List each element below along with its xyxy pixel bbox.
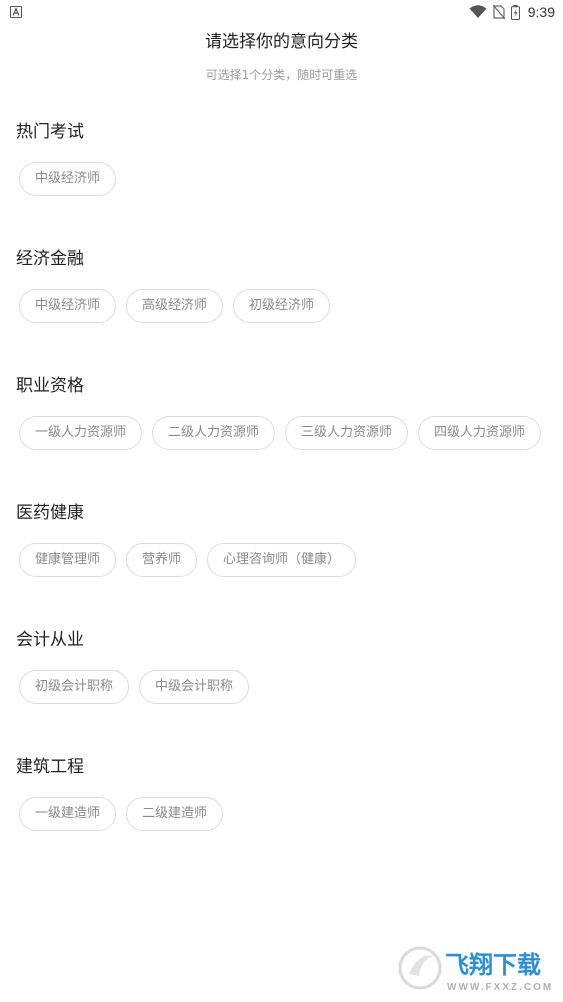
watermark-url: WWW.FXXZ.COM <box>447 982 553 993</box>
section-title: 医药健康 <box>16 503 84 523</box>
section-title: 会计从业 <box>16 630 84 650</box>
watermark-text: 飞翔下载 <box>445 951 541 979</box>
chip-list: 健康管理师 营养师 心理咨询师（健康） <box>19 543 357 577</box>
category-chip[interactable]: 四级人力资源师 <box>418 416 542 450</box>
chip-list: 一级建造师 二级建造师 <box>19 797 224 831</box>
category-chip[interactable]: 初级经济师 <box>233 289 331 323</box>
category-chip[interactable]: 二级人力资源师 <box>152 416 276 450</box>
no-sim-icon <box>492 5 505 19</box>
page-subtitle: 可选择1个分类，随时可重选 <box>205 68 358 82</box>
chip-list: 中级经济师 <box>19 162 117 196</box>
category-chip[interactable]: 一级人力资源师 <box>19 416 143 450</box>
category-chip[interactable]: 中级会计职称 <box>139 670 250 704</box>
category-chip[interactable]: 营养师 <box>126 543 198 577</box>
category-chip[interactable]: 三级人力资源师 <box>285 416 409 450</box>
category-chip[interactable]: 二级建造师 <box>126 797 224 831</box>
battery-icon <box>510 4 520 20</box>
category-chip[interactable]: 初级会计职称 <box>19 670 130 704</box>
a-icon <box>10 6 22 18</box>
chip-list: 一级人力资源师 二级人力资源师 三级人力资源师 四级人力资源师 <box>19 416 542 450</box>
page-title: 请选择你的意向分类 <box>205 32 358 52</box>
status-icons: 9:39 <box>469 0 555 24</box>
category-chip[interactable]: 心理咨询师（健康） <box>207 543 357 577</box>
section-title: 建筑工程 <box>16 757 84 777</box>
section-title: 职业资格 <box>16 376 84 396</box>
watermark-logo: 飞翔下载 WWW.FXXZ.COM <box>397 944 553 994</box>
category-chip[interactable]: 中级经济师 <box>19 162 117 196</box>
category-chip[interactable]: 一级建造师 <box>19 797 117 831</box>
chip-list: 初级会计职称 中级会计职称 <box>19 670 250 704</box>
section-title: 热门考试 <box>16 122 84 142</box>
chip-list: 中级经济师 高级经济师 初级经济师 <box>19 289 331 323</box>
category-chip[interactable]: 中级经济师 <box>19 289 117 323</box>
clock: 9:39 <box>527 4 555 20</box>
status-bar: 9:39 <box>0 0 563 24</box>
category-chip[interactable]: 健康管理师 <box>19 543 117 577</box>
category-chip[interactable]: 高级经济师 <box>126 289 224 323</box>
wifi-icon <box>469 5 487 18</box>
section-title: 经济金融 <box>16 249 84 269</box>
